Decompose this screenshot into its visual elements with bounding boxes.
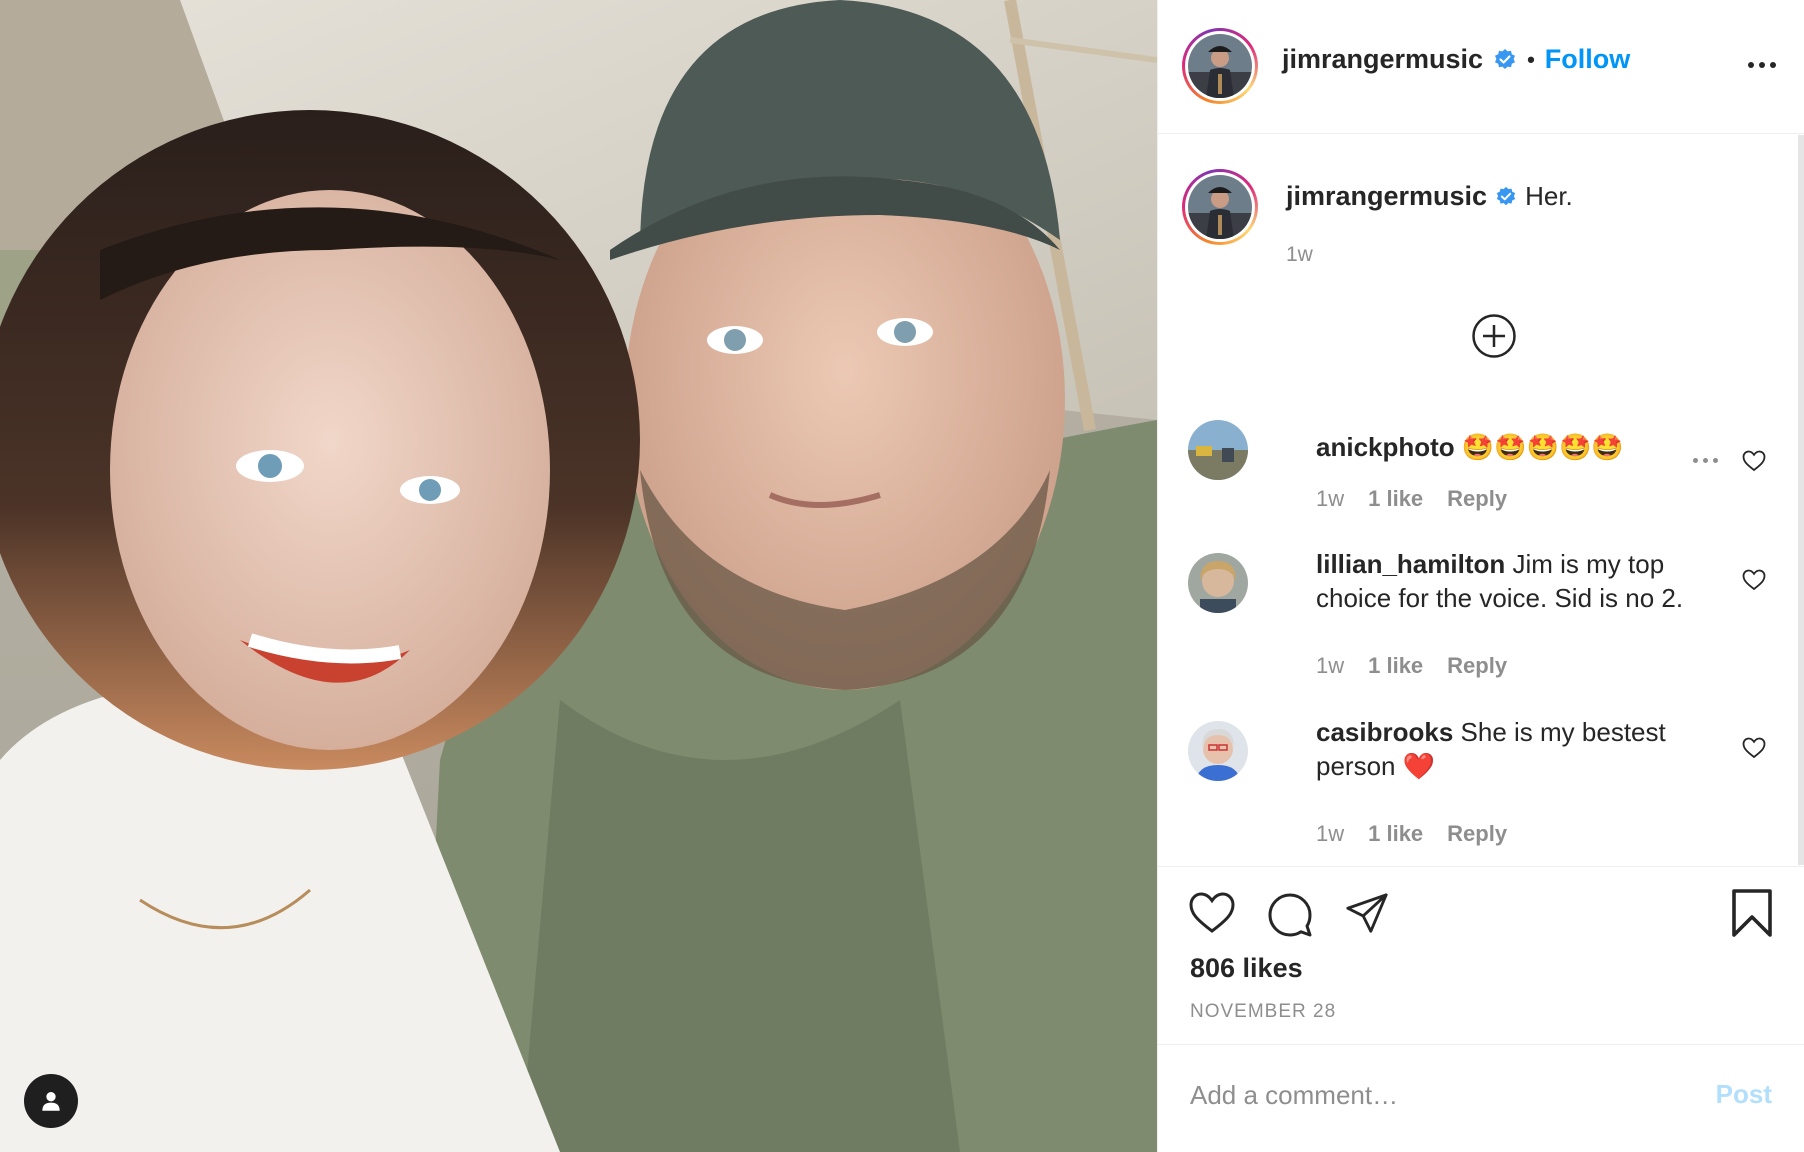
comment-time: 1w <box>1316 653 1345 678</box>
comments-scrollbar[interactable] <box>1798 135 1804 865</box>
comment-icon[interactable] <box>1266 891 1314 939</box>
caption: jimrangermusic Her. <box>1286 181 1573 212</box>
header-separator: • <box>1527 46 1535 72</box>
comments-list[interactable]: jimrangermusic Her. 1w anickphoto 🤩🤩🤩🤩🤩 … <box>1158 135 1804 865</box>
user-tag-icon <box>42 1092 60 1111</box>
author-avatar-image <box>1188 34 1252 98</box>
heart-icon[interactable] <box>1188 891 1236 935</box>
comment-avatar-image <box>1188 721 1248 781</box>
post-header: jimrangermusic • Follow <box>1158 0 1804 134</box>
comment-avatar-image <box>1188 420 1248 480</box>
caption-avatar-image <box>1188 175 1252 239</box>
comment-input[interactable] <box>1190 1075 1660 1115</box>
bookmark-icon[interactable] <box>1730 889 1774 937</box>
add-comment-bar: Post <box>1158 1044 1804 1152</box>
share-icon[interactable] <box>1344 891 1390 937</box>
comment-username[interactable]: anickphoto <box>1316 432 1455 462</box>
caption-avatar[interactable] <box>1182 169 1258 245</box>
follow-button[interactable]: Follow <box>1545 44 1630 75</box>
comment-avatar[interactable] <box>1188 721 1248 781</box>
comment-text: 🤩🤩🤩🤩🤩 <box>1461 432 1624 462</box>
add-circle-icon[interactable] <box>1471 313 1517 359</box>
photo-illustration <box>0 0 1157 1152</box>
heart-icon[interactable] <box>1742 569 1766 591</box>
reply-button[interactable]: Reply <box>1447 821 1507 847</box>
comment-likes[interactable]: 1 like <box>1368 821 1423 847</box>
reply-button[interactable]: Reply <box>1447 653 1507 679</box>
comment-username[interactable]: lillian_hamilton <box>1316 549 1505 579</box>
post-photo[interactable] <box>0 0 1157 1152</box>
post-actions: 806 likes NOVEMBER 28 <box>1158 866 1804 1044</box>
more-icon[interactable] <box>1748 62 1776 68</box>
author-username[interactable]: jimrangermusic <box>1282 44 1483 75</box>
heart-icon[interactable] <box>1742 450 1766 472</box>
comment-time: 1w <box>1316 821 1345 846</box>
post-button[interactable]: Post <box>1716 1079 1772 1110</box>
comment-likes[interactable]: 1 like <box>1368 653 1423 679</box>
caption-text: Her. <box>1525 181 1573 211</box>
likes-count[interactable]: 806 likes <box>1190 953 1303 984</box>
comment-more-icon[interactable] <box>1693 458 1718 463</box>
caption-username[interactable]: jimrangermusic <box>1286 181 1487 212</box>
post-side-panel: jimrangermusic • Follow jimrangermusic H… <box>1157 0 1804 1152</box>
verified-icon <box>1496 186 1516 205</box>
comment-avatar-image <box>1188 553 1248 613</box>
reply-button[interactable]: Reply <box>1447 486 1507 512</box>
comment-item: anickphoto 🤩🤩🤩🤩🤩 1w 1 like Reply <box>1188 420 1784 530</box>
caption-time: 1w <box>1286 243 1313 266</box>
post-date: NOVEMBER 28 <box>1190 1001 1337 1022</box>
tag-user-button[interactable] <box>24 1074 78 1128</box>
comment-item: casibrooks She is my bestest person ❤️ 1… <box>1188 717 1784 861</box>
comment-avatar[interactable] <box>1188 553 1248 613</box>
comment-time: 1w <box>1316 486 1345 511</box>
comment-likes[interactable]: 1 like <box>1368 486 1423 512</box>
comment-avatar[interactable] <box>1188 420 1248 480</box>
comment-item: lillian_hamilton Jim is my top choice fo… <box>1188 549 1784 693</box>
heart-icon[interactable] <box>1742 737 1766 759</box>
verified-icon <box>1495 48 1516 69</box>
author-avatar[interactable] <box>1182 28 1258 104</box>
comment-username[interactable]: casibrooks <box>1316 717 1453 747</box>
